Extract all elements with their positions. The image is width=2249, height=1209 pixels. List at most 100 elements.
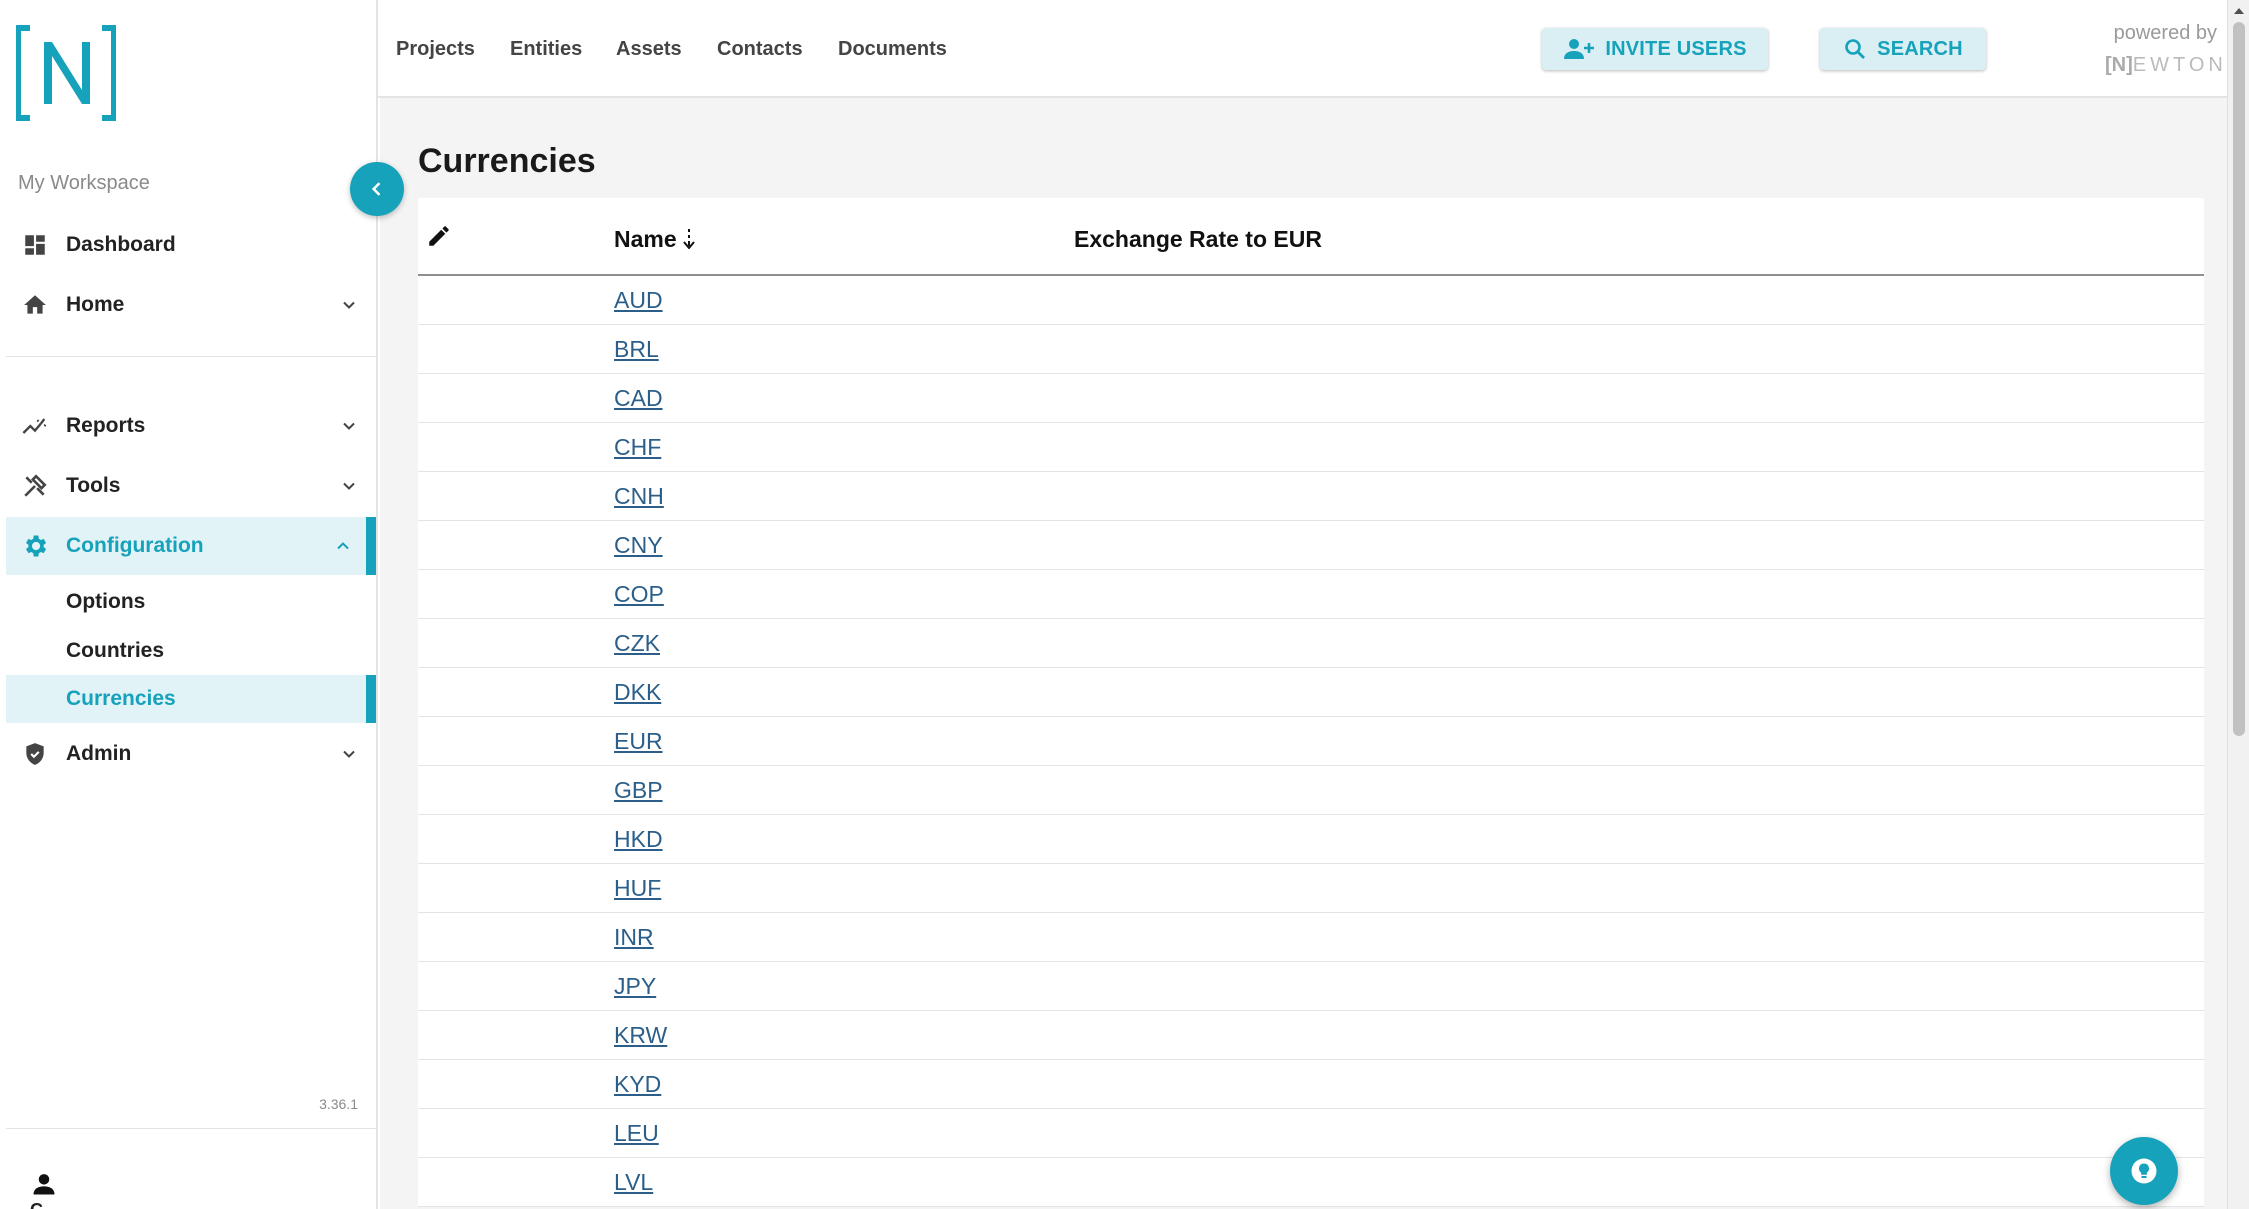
sidebar: My Workspace Dashboard Home Reports Tool… <box>0 0 378 1209</box>
sidebar-item-label: Admin <box>66 742 132 765</box>
sidebar-item-admin[interactable]: Admin <box>6 725 376 783</box>
table-row: DKK <box>418 668 2204 717</box>
sidebar-subitem-currencies[interactable]: Currencies <box>6 675 376 723</box>
table-header: Name Exchange Rate to EUR <box>418 198 2204 276</box>
main-content: Currencies Name Exchange Rate to EUR AUD… <box>380 98 2227 1209</box>
gear-icon <box>20 531 50 561</box>
collapse-sidebar-button[interactable] <box>350 162 404 216</box>
currency-link[interactable]: DKK <box>614 679 661 706</box>
nav-link-projects[interactable]: Projects <box>396 38 475 61</box>
user-icon[interactable] <box>30 1170 58 1198</box>
currency-link[interactable]: KYD <box>614 1071 661 1098</box>
powered-by-label: powered by <box>2113 22 2217 44</box>
sidebar-item-label: Configuration <box>66 534 204 557</box>
nav-link-assets[interactable]: Assets <box>616 38 682 61</box>
table-row: EUR <box>418 717 2204 766</box>
workspace-label: My Workspace <box>18 172 150 194</box>
table-row: AUD <box>418 276 2204 325</box>
table-row: LVL <box>418 1158 2204 1207</box>
search-icon <box>1845 39 1866 59</box>
sidebar-item-label: Reports <box>66 414 146 437</box>
currency-link[interactable]: EUR <box>614 728 663 755</box>
newton-logo[interactable] <box>16 24 116 122</box>
add-user-icon <box>1564 39 1595 59</box>
sidebar-item-configuration[interactable]: Configuration <box>6 517 376 575</box>
sort-icon[interactable] <box>682 227 696 249</box>
table-row: BRL <box>418 325 2204 374</box>
divider <box>6 356 376 357</box>
brand-bracket: [N] <box>2105 54 2133 76</box>
scroll-up-icon[interactable] <box>2232 4 2246 18</box>
table-row: KRW <box>418 1011 2204 1060</box>
sidebar-item-label: Tools <box>66 474 121 497</box>
invite-users-button[interactable]: INVITE USERS <box>1542 28 1768 70</box>
help-button[interactable] <box>2110 1137 2178 1205</box>
currency-link[interactable]: KRW <box>614 1022 667 1049</box>
sidebar-item-dashboard[interactable]: Dashboard <box>6 216 376 274</box>
active-indicator <box>366 675 376 723</box>
home-icon <box>20 290 50 320</box>
sidebar-subitem-label: Currencies <box>66 687 176 710</box>
table-row: CNY <box>418 521 2204 570</box>
dashboard-icon <box>20 230 50 260</box>
reports-icon <box>20 411 50 441</box>
chevron-down-icon[interactable] <box>338 743 360 765</box>
currency-link[interactable]: LVL <box>614 1169 653 1196</box>
search-button[interactable]: SEARCH <box>1820 28 1986 70</box>
active-indicator <box>366 517 376 575</box>
currency-link[interactable]: CHF <box>614 434 661 461</box>
tools-icon <box>20 471 50 501</box>
sidebar-subitem-countries[interactable]: Countries <box>6 627 376 675</box>
nav-link-entities[interactable]: Entities <box>510 38 582 61</box>
column-header-exchange-rate: Exchange Rate to EUR <box>1074 226 1322 252</box>
chevron-left-icon <box>371 182 381 196</box>
table-row: INR <box>418 913 2204 962</box>
table-row: CNH <box>418 472 2204 521</box>
currency-link[interactable]: CZK <box>614 630 660 657</box>
currency-link[interactable]: CNH <box>614 483 664 510</box>
chevron-down-icon[interactable] <box>338 294 360 316</box>
page-scrollbar[interactable] <box>2227 0 2249 1209</box>
chevron-down-icon[interactable] <box>338 475 360 497</box>
sidebar-subitem-label: Countries <box>66 639 165 662</box>
scroll-thumb[interactable] <box>2233 22 2245 736</box>
sidebar-item-label: Dashboard <box>66 233 176 256</box>
currency-link[interactable]: COP <box>614 581 664 608</box>
divider <box>6 1128 376 1129</box>
chevron-down-icon[interactable] <box>338 415 360 437</box>
table-row: CHF <box>418 423 2204 472</box>
sidebar-item-home[interactable]: Home <box>6 276 376 334</box>
sidebar-item-label: Home <box>66 293 125 316</box>
invite-users-label: INVITE USERS <box>1605 37 1747 60</box>
currency-link[interactable]: HKD <box>614 826 663 853</box>
column-header-name[interactable]: Name <box>614 226 677 253</box>
nav-link-documents[interactable]: Documents <box>838 38 947 61</box>
sidebar-item-tools[interactable]: Tools <box>6 457 376 515</box>
currency-link[interactable]: HUF <box>614 875 661 902</box>
table-row: CZK <box>418 619 2204 668</box>
chevron-up-icon[interactable] <box>332 535 354 557</box>
currency-link[interactable]: BRL <box>614 336 659 363</box>
currency-link[interactable]: JPY <box>614 973 656 1000</box>
currency-link[interactable]: CNY <box>614 532 663 559</box>
user-label[interactable]: C... <box>30 1200 58 1209</box>
sidebar-item-reports[interactable]: Reports <box>6 397 376 455</box>
currency-link[interactable]: GBP <box>614 777 663 804</box>
brand-text: EWTON <box>2132 54 2227 76</box>
edit-icon[interactable] <box>426 223 452 249</box>
currency-link[interactable]: AUD <box>614 287 663 314</box>
currency-link[interactable]: CAD <box>614 385 663 412</box>
nav-link-contacts[interactable]: Contacts <box>717 38 803 61</box>
table-row: LEU <box>418 1109 2204 1158</box>
lightbulb-icon <box>2131 1158 2157 1184</box>
currency-link[interactable]: INR <box>614 924 654 951</box>
sidebar-subitem-label: Options <box>66 590 146 613</box>
table-row: HKD <box>418 815 2204 864</box>
sidebar-subitem-options[interactable]: Options <box>6 578 376 626</box>
page-title: Currencies <box>418 142 596 180</box>
table-row: COP <box>418 570 2204 619</box>
currency-link[interactable]: LEU <box>614 1120 659 1147</box>
app-version: 3.36.1 <box>319 1096 358 1112</box>
table-row: KYD <box>418 1060 2204 1109</box>
table-row: CAD <box>418 374 2204 423</box>
